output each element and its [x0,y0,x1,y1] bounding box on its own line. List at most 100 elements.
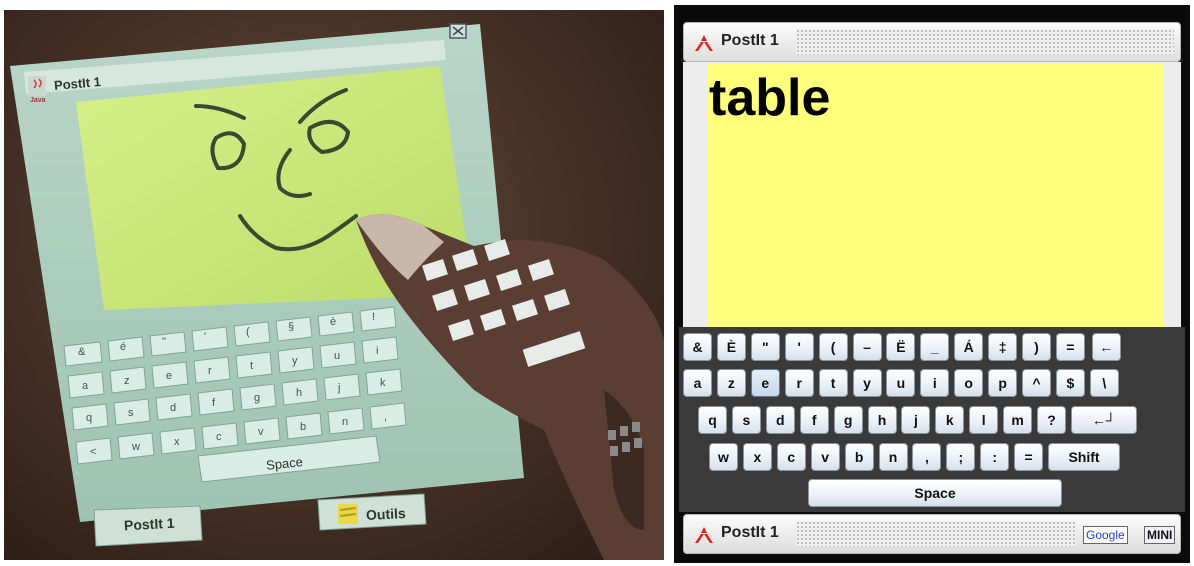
photo-key-label: c [216,431,222,443]
postit-app-screen: PostIt 1 table & È " '(– Ë _ Á ‡) = ← a z e r t y u i o p ^ $… [674,5,1190,563]
key-r1-4[interactable]: t [818,369,848,397]
key-r1-6[interactable]: u [886,369,916,397]
key-r0-0[interactable]: & [683,333,712,361]
photo-key-label: y [292,355,298,367]
postit-note[interactable]: table [707,64,1163,327]
key-r2-11[interactable]: ←┘ [1070,406,1137,434]
photo-key-label: n [342,416,349,428]
key-r2-3[interactable]: f [799,406,829,434]
photo-key-label: s [128,407,134,419]
bottom-taskbar: PostIt 1 Google MINI [683,514,1181,554]
photo-key-label: " [162,336,166,348]
photo-key-label: k [380,377,386,389]
photo-key-label: ( [246,326,250,338]
key-r2-10[interactable]: ? [1037,406,1066,434]
taskbar-postit-title[interactable]: PostIt 1 [721,524,779,542]
key-r2-7[interactable]: k [935,406,965,434]
key-r0-9[interactable]: ‡ [988,333,1018,361]
photo-key-label: t [250,360,254,372]
key-r2-2[interactable]: d [765,406,795,434]
photo-key-label: , [384,411,388,423]
photo-key-label: a [82,380,89,392]
postit-window-titlebar[interactable]: PostIt 1 [683,22,1181,62]
key-r0-6[interactable]: Ë [886,333,916,361]
photo-key-label: ç [414,306,420,318]
key-r2-0[interactable]: q [698,406,727,434]
key-r3-0[interactable]: w [709,443,738,471]
tabletop-photo: PostIt 1 Java Space PostIt 1 Outils & é " '… [4,10,664,560]
key-r1-5[interactable]: y [852,369,882,397]
key-r0-4[interactable]: ( [818,333,848,361]
key-r3-5[interactable]: n [878,443,908,471]
photo-key-label: b [300,421,307,433]
java-icon [28,76,46,96]
photo-key-label: j [338,382,341,394]
key-r3-4[interactable]: b [844,443,874,471]
app-logo-icon [695,527,713,543]
key-r0-7[interactable]: _ [920,333,950,361]
photo-java-label: Java [30,97,46,104]
key-r0-1[interactable]: È [716,333,746,361]
photo-key-label: q [86,412,93,424]
key-r2-6[interactable]: j [901,406,931,434]
photo-key-label: u [334,350,341,362]
window-title: PostIt 1 [721,32,779,49]
key-r3-2[interactable]: c [776,443,806,471]
note-text: table [709,69,831,127]
photo-key-label: v [258,426,264,438]
key-r3-9[interactable]: = [1014,443,1044,471]
key-r1-10[interactable]: ^ [1022,369,1051,397]
mini-button[interactable]: MINI [1144,526,1176,544]
key-r2-4[interactable]: g [833,406,863,434]
key-r0-10[interactable]: ) [1022,333,1051,361]
key-r2-8[interactable]: l [969,406,999,434]
photo-key-label: ! [372,311,376,323]
key-r1-0[interactable]: a [683,369,712,397]
tools-icon [338,504,358,524]
photo-key-label: & [78,346,86,358]
key-r0-3[interactable]: ' [784,333,814,361]
photo-key-label: § [288,321,295,333]
key-r1-11[interactable]: $ [1055,369,1085,397]
key-r1-12[interactable]: \ [1089,369,1119,397]
projection-drawing [10,23,664,560]
key-r0-5[interactable]: – [852,333,882,361]
key-r3-1[interactable]: x [742,443,772,471]
taskbar-drag-area [796,521,1076,547]
photo-key-label: h [296,387,303,399]
app-logo-icon [695,35,713,51]
photo-key-label: é [120,341,127,353]
photo-bottom-title: PostIt 1 [123,514,175,534]
virtual-keyboard: & È " '(– Ë _ Á ‡) = ← a z e r t y u i o p ^ $ \ q s d f g h j k l m? ←┘ w… [679,327,1185,512]
google-button[interactable]: Google [1083,526,1128,544]
titlebar-drag-area[interactable] [796,29,1174,55]
key-r2-9[interactable]: m [1003,406,1033,434]
key-r1-1[interactable]: z [716,369,746,397]
photo-key-label: e [166,370,173,382]
key-r1-2[interactable]: e [750,369,780,397]
photo-key-label: w [132,441,140,453]
key-shift[interactable]: Shift [1048,443,1120,471]
photo-key-label: ' [204,331,207,343]
key-r1-9[interactable]: p [988,369,1018,397]
photo-key-label: x [174,436,180,448]
key-r0-12[interactable]: ← [1091,333,1121,361]
photo-key-label: d [170,402,177,414]
key-r1-3[interactable]: r [784,369,814,397]
key-r1-7[interactable]: i [920,369,950,397]
key-r2-5[interactable]: h [867,406,897,434]
key-r2-1[interactable]: s [731,406,761,434]
key-r0-8[interactable]: Á [954,333,984,361]
key-r0-11[interactable]: = [1055,333,1085,361]
photo-key-label: i [376,345,379,357]
key-r3-3[interactable]: v [810,443,840,471]
key-r3-7[interactable]: ; [946,443,976,471]
key-r3-6[interactable]: , [912,443,942,471]
photo-key-label: f [212,397,216,409]
key-r1-8[interactable]: o [954,369,984,397]
key-space[interactable]: Space [808,479,1062,507]
photo-key-label: g [254,392,261,404]
key-r0-2[interactable]: " [750,333,780,361]
key-r3-8[interactable]: : [980,443,1010,471]
note-frame: table [683,62,1181,327]
